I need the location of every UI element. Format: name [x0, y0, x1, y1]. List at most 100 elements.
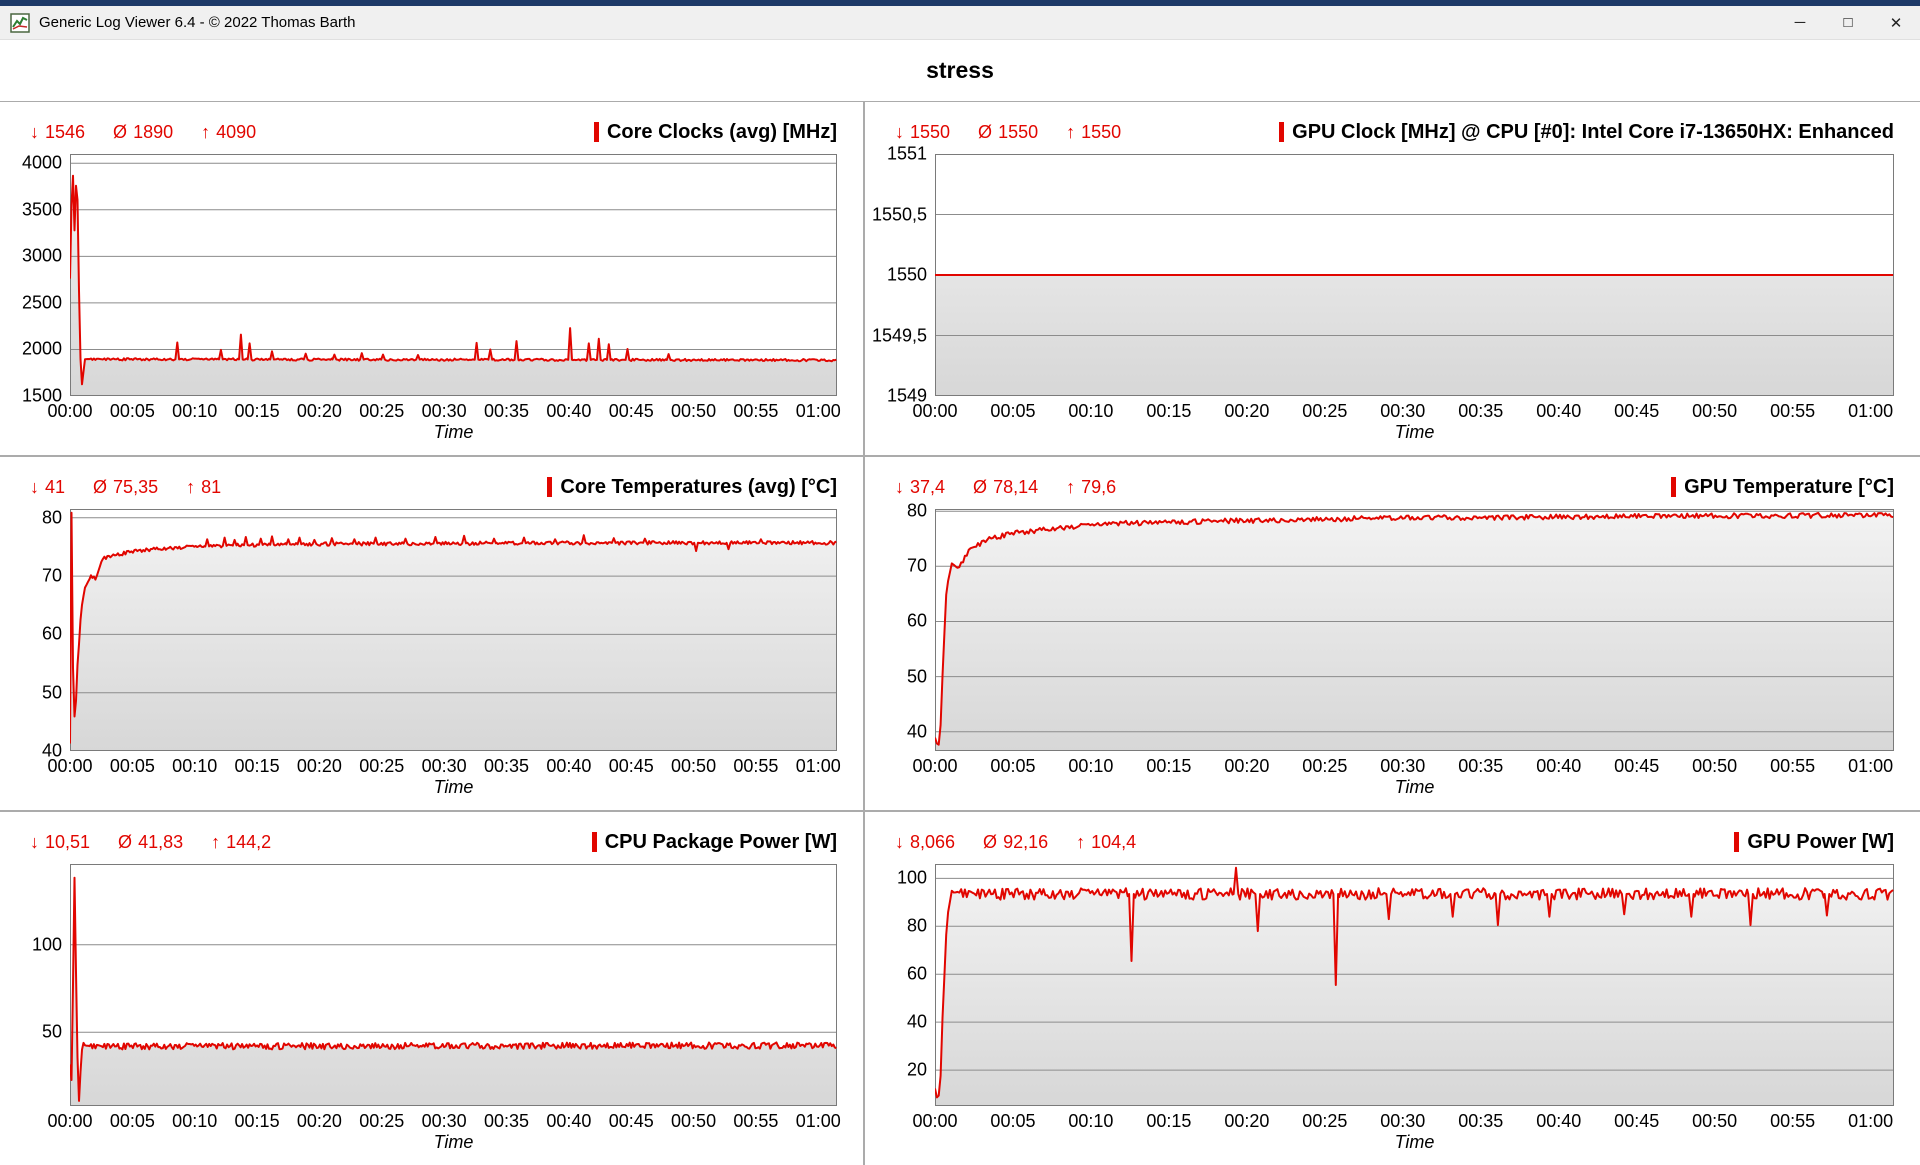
y-tick-label: 50 [42, 682, 62, 703]
stat-min-value: 1550 [910, 122, 950, 143]
x-tick-label: 00:55 [1770, 1111, 1815, 1132]
y-tick-label: 50 [907, 666, 927, 687]
plot-area[interactable] [70, 509, 837, 751]
stat-min-value: 41 [45, 477, 65, 498]
x-tick-label: 00:20 [297, 1111, 342, 1132]
x-tick-label: 00:15 [235, 401, 280, 422]
plot-area[interactable] [935, 154, 1894, 396]
stat-min: ↓ 41 [30, 477, 65, 498]
title-bar: Generic Log Viewer 6.4 - © 2022 Thomas B… [0, 6, 1920, 40]
x-tick-label: 00:10 [1068, 756, 1113, 777]
log-header: stress [0, 40, 1920, 101]
x-tick-label: 00:00 [47, 401, 92, 422]
plot-wrap: 4050607080 [877, 509, 1894, 751]
plot-wrap: 150020002500300035004000 [12, 154, 837, 396]
min-arrow-icon: ↓ [895, 832, 904, 853]
chart-title: GPU Temperature [°C] [1671, 476, 1894, 499]
x-tick-label: 00:35 [1458, 401, 1503, 422]
x-tick-label: 01:00 [1848, 1111, 1893, 1132]
stat-min: ↓1546 [30, 122, 85, 143]
stat-max-value: 4090 [216, 122, 256, 143]
x-axis-title: Time [70, 422, 837, 447]
chart-title-text: Core Clocks (avg) [MHz] [607, 121, 837, 144]
stat-avg: Ø78,14 [973, 477, 1038, 498]
stat-max: ↑1550 [1066, 122, 1121, 143]
stat-max: ↑144,2 [211, 832, 271, 853]
y-tick-label: 20 [907, 1060, 927, 1081]
chart-stats: ↓10,51 Ø41,83 ↑144,2 [30, 832, 271, 853]
x-tick-label: 00:25 [359, 1111, 404, 1132]
chart-panel-cpu-package-power: ↓10,51 Ø41,83 ↑144,2 CPU Package Power [… [0, 812, 863, 1165]
app-icon [10, 13, 30, 33]
x-tick-label: 00:35 [484, 756, 529, 777]
x-tick-label: 00:10 [172, 756, 217, 777]
plot-wrap: 4050607080 [12, 509, 837, 751]
stat-avg: Ø92,16 [983, 832, 1048, 853]
x-tick-label: 00:50 [671, 756, 716, 777]
stat-avg-value: 92,16 [1003, 832, 1048, 853]
x-tick-label: 00:05 [990, 401, 1035, 422]
x-tick-label: 00:35 [484, 1111, 529, 1132]
x-tick-label: 00:25 [1302, 756, 1347, 777]
minimize-button[interactable]: ─ [1776, 6, 1824, 39]
x-tick-label: 00:55 [733, 401, 778, 422]
max-arrow-icon: ↑ [1066, 122, 1075, 143]
x-tick-label: 00:10 [1068, 1111, 1113, 1132]
plot-area[interactable] [935, 509, 1894, 751]
x-axis-title: Time [935, 777, 1894, 802]
y-tick-label: 70 [42, 566, 62, 587]
avg-icon: Ø [973, 477, 987, 498]
x-tick-label: 00:50 [1692, 756, 1737, 777]
x-tick-label: 00:50 [1692, 1111, 1737, 1132]
y-tick-label: 60 [907, 964, 927, 985]
chart-header: ↓41 Ø75,35 ↑81 Core Temperatures (avg) [… [12, 467, 837, 507]
chart-header: ↓37,4 Ø78,14 ↑79,6 GPU Temperature [°C] [877, 467, 1894, 507]
x-axis-labels: 00:0000:0500:1000:1500:2000:2500:3000:35… [935, 751, 1894, 777]
chart-title-text: GPU Clock [MHz] @ CPU [#0]: Intel Core i… [1292, 121, 1894, 144]
y-tick-label: 1551 [887, 144, 927, 165]
y-tick-label: 80 [907, 916, 927, 937]
close-button[interactable]: ✕ [1872, 6, 1920, 39]
x-tick-label: 00:40 [546, 1111, 591, 1132]
x-tick-label: 00:00 [912, 1111, 957, 1132]
plot-area[interactable] [935, 864, 1894, 1106]
x-tick-label: 00:25 [1302, 1111, 1347, 1132]
chart-header: ↓1546 Ø1890 ↑4090 Core Clocks (avg) [MHz… [12, 112, 837, 152]
x-tick-label: 00:50 [1692, 401, 1737, 422]
stat-avg: Ø41,83 [118, 832, 183, 853]
stat-max-value: 104,4 [1091, 832, 1136, 853]
y-axis-labels: 150020002500300035004000 [12, 154, 70, 396]
plot-area[interactable] [70, 154, 837, 396]
y-tick-label: 1550,5 [872, 204, 927, 225]
chart-title-text: CPU Package Power [W] [605, 831, 837, 854]
x-tick-label: 00:00 [47, 756, 92, 777]
stat-min: ↓1550 [895, 122, 950, 143]
x-tick-label: 00:05 [110, 756, 155, 777]
max-arrow-icon: ↑ [201, 122, 210, 143]
x-tick-label: 00:40 [546, 756, 591, 777]
maximize-button[interactable]: □ [1824, 6, 1872, 39]
x-tick-label: 00:40 [1536, 401, 1581, 422]
stat-min-value: 37,4 [910, 477, 945, 498]
chart-stats: ↓ 41 Ø75,35 ↑81 [30, 477, 221, 498]
x-tick-label: 00:20 [1224, 1111, 1269, 1132]
plot-area[interactable] [70, 864, 837, 1106]
chart-title-text: GPU Power [W] [1747, 831, 1894, 854]
x-tick-label: 00:10 [172, 401, 217, 422]
min-arrow-icon: ↓ [30, 477, 39, 498]
chart-header: ↓8,066 Ø92,16 ↑104,4 GPU Power [W] [877, 822, 1894, 862]
x-tick-label: 01:00 [1848, 756, 1893, 777]
x-tick-label: 00:45 [609, 756, 654, 777]
chart-grid: ↓1546 Ø1890 ↑4090 Core Clocks (avg) [MHz… [0, 101, 1920, 1165]
y-tick-label: 40 [907, 1012, 927, 1033]
series-color-mark [547, 477, 552, 497]
min-arrow-icon: ↓ [30, 122, 39, 143]
stat-max: ↑81 [186, 477, 221, 498]
x-tick-label: 00:25 [359, 401, 404, 422]
chart-title: Core Clocks (avg) [MHz] [594, 121, 837, 144]
stat-min: ↓8,066 [895, 832, 955, 853]
plot-wrap: 50100 [12, 864, 837, 1106]
stat-avg: Ø75,35 [93, 477, 158, 498]
x-tick-label: 00:40 [1536, 756, 1581, 777]
y-tick-label: 60 [907, 611, 927, 632]
